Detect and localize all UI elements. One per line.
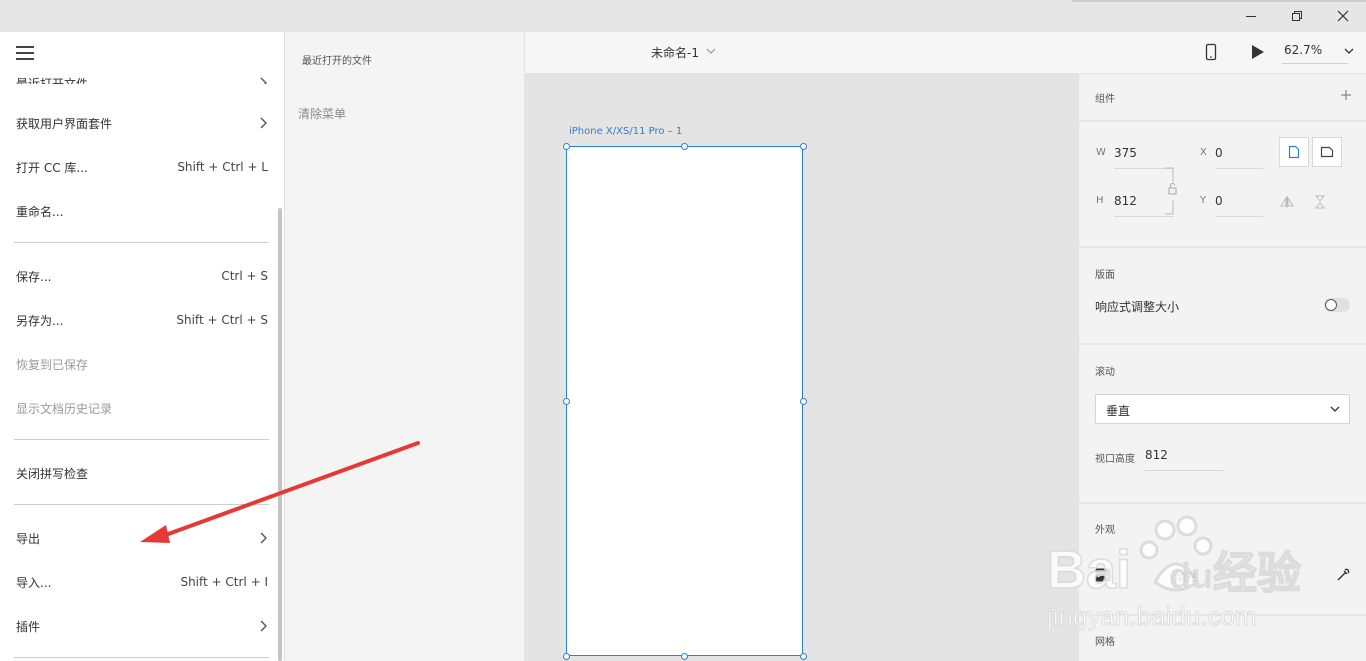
flip-horizontal-icon[interactable] xyxy=(1280,196,1294,208)
artboard[interactable] xyxy=(566,146,803,656)
flip-vertical-icon[interactable] xyxy=(1314,195,1326,209)
lock-aspect-ratio-icon[interactable] xyxy=(1163,166,1177,216)
chevron-right-icon xyxy=(260,532,267,544)
restore-icon xyxy=(1292,11,1302,21)
section-divider xyxy=(1079,343,1366,345)
field-underline xyxy=(1145,470,1223,471)
chevron-down-icon xyxy=(1330,406,1340,412)
component-section-title: 组件 xyxy=(1095,94,1115,105)
chevron-right-icon xyxy=(260,77,267,84)
resize-handle[interactable] xyxy=(563,143,570,150)
menu-divider xyxy=(14,504,269,505)
width-field[interactable]: 375 xyxy=(1114,146,1137,160)
scroll-direction-value: 垂直 xyxy=(1106,404,1131,418)
field-underline xyxy=(1114,216,1174,217)
shortcut-label: Shift + Ctrl + L xyxy=(177,160,268,174)
resize-handle[interactable] xyxy=(681,653,688,660)
height-label: H xyxy=(1096,195,1104,206)
viewport-height-field[interactable]: 812 xyxy=(1145,448,1168,462)
hamburger-menu-icon[interactable] xyxy=(16,46,34,60)
section-divider xyxy=(1079,120,1366,122)
menu-item-show-version-history: 显示文档历史记录 xyxy=(16,401,113,416)
restore-button[interactable] xyxy=(1274,0,1320,32)
property-inspector: 组件 W 375 X 0 H 812 Y 0 版面 响应式调整大小 滚动 垂直 … xyxy=(1078,74,1366,661)
resize-handle[interactable] xyxy=(800,398,807,405)
menu-item-revert-to-saved: 恢复到已保存 xyxy=(16,357,89,372)
title-bar xyxy=(0,0,1366,32)
device-preview-icon[interactable] xyxy=(1205,43,1217,61)
menu-divider xyxy=(14,439,269,440)
landscape-orientation-button[interactable] xyxy=(1312,137,1342,167)
section-divider xyxy=(1079,614,1366,616)
y-label: Y xyxy=(1200,195,1207,206)
landscape-page-icon xyxy=(1320,146,1334,158)
portrait-orientation-button[interactable] xyxy=(1279,137,1309,167)
file-menu-panel: 最近打开文件 获取用户界面套件 打开 CC 库... Shift + Ctrl … xyxy=(0,32,285,661)
resize-handle[interactable] xyxy=(800,143,807,150)
layout-section-title: 版面 xyxy=(1095,270,1115,281)
menu-item-disable-spellcheck[interactable]: 关闭拼写检查 xyxy=(16,463,268,483)
responsive-resize-label: 响应式调整大小 xyxy=(1095,300,1180,314)
resize-handle[interactable] xyxy=(800,653,807,660)
viewport-height-label: 视口高度 xyxy=(1095,454,1135,465)
shortcut-label: Ctrl + S xyxy=(221,269,268,283)
portrait-page-icon xyxy=(1288,145,1300,159)
section-divider xyxy=(1079,502,1366,504)
y-position-field[interactable]: 0 xyxy=(1215,194,1223,208)
minimize-button[interactable] xyxy=(1228,0,1274,32)
section-divider xyxy=(1079,246,1366,248)
artboard-label[interactable]: iPhone X/XS/11 Pro – 1 xyxy=(569,126,682,137)
minimize-icon xyxy=(1246,16,1256,17)
menu-item-plugins[interactable]: 插件 xyxy=(16,616,268,636)
zoom-level[interactable]: 62.7% xyxy=(1284,43,1322,57)
resize-handle[interactable] xyxy=(681,143,688,150)
recent-files-title: 最近打开的文件 xyxy=(302,56,372,67)
chevron-right-icon xyxy=(260,117,267,129)
grid-section-title: 网格 xyxy=(1095,637,1115,648)
shortcut-label: Shift + Ctrl + S xyxy=(176,313,268,327)
add-component-icon[interactable] xyxy=(1340,89,1352,101)
menu-scrollbar[interactable] xyxy=(278,208,282,661)
close-window-button[interactable] xyxy=(1320,0,1366,32)
menu-item-export[interactable]: 导出 xyxy=(16,528,268,548)
menu-item-open-cc-library[interactable]: 打开 CC 库... Shift + Ctrl + L xyxy=(16,157,268,177)
menu-item-get-ui-kits[interactable]: 获取用户界面套件 xyxy=(16,113,268,133)
field-underline xyxy=(1215,168,1263,169)
x-position-field[interactable]: 0 xyxy=(1215,146,1223,160)
menu-item-save[interactable]: 保存... Ctrl + S xyxy=(16,266,268,286)
scroll-direction-select[interactable]: 垂直 xyxy=(1095,394,1350,424)
menu-item-recent-files[interactable]: 最近打开文件 xyxy=(16,70,268,84)
width-label: W xyxy=(1096,147,1106,158)
close-icon xyxy=(1337,10,1349,22)
menu-item-import[interactable]: 导入... Shift + Ctrl + I xyxy=(16,572,268,592)
x-label: X xyxy=(1200,147,1207,158)
field-underline xyxy=(1215,216,1263,217)
shortcut-label: Shift + Ctrl + I xyxy=(180,575,268,589)
zoom-underline xyxy=(1282,63,1348,64)
fill-label: 填充 xyxy=(1175,571,1197,584)
fill-swatch-icon[interactable] xyxy=(1095,568,1111,582)
document-title[interactable]: 未命名-1 xyxy=(651,44,699,61)
menu-item-rename[interactable]: 重命名... xyxy=(16,201,268,221)
chevron-down-icon[interactable] xyxy=(706,47,716,55)
height-field[interactable]: 812 xyxy=(1114,194,1137,208)
clear-menu-item[interactable]: 清除菜单 xyxy=(298,105,346,122)
recent-files-panel: 最近打开的文件 清除菜单 xyxy=(285,32,525,661)
resize-handle[interactable] xyxy=(563,398,570,405)
resize-handle[interactable] xyxy=(563,653,570,660)
eyedropper-icon[interactable] xyxy=(1336,568,1350,582)
menu-item-save-as[interactable]: 另存为... Shift + Ctrl + S xyxy=(16,310,268,330)
appearance-section-title: 外观 xyxy=(1095,525,1115,536)
document-toolbar: 未命名-1 62.7% xyxy=(525,32,1366,74)
chevron-right-icon xyxy=(260,620,267,632)
scroll-section-title: 滚动 xyxy=(1095,367,1115,378)
menu-divider xyxy=(14,657,269,658)
chevron-down-icon[interactable] xyxy=(1344,47,1354,55)
menu-divider xyxy=(14,242,269,243)
responsive-resize-toggle[interactable] xyxy=(1324,298,1350,312)
play-preview-icon[interactable] xyxy=(1251,44,1265,60)
